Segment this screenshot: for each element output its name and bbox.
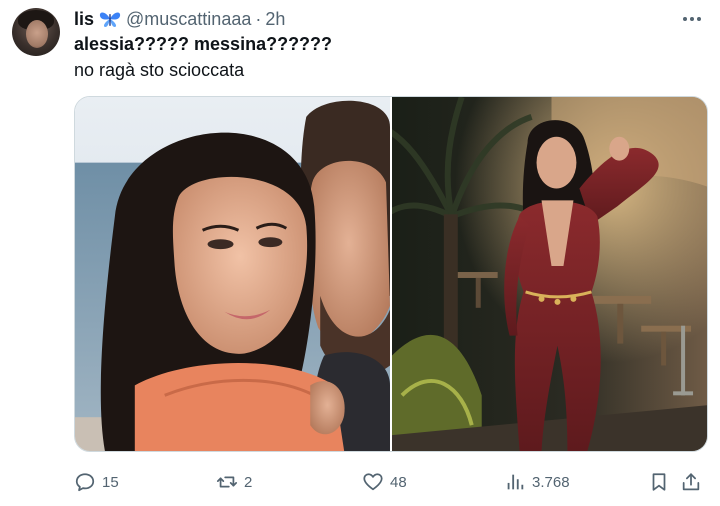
more-icon: [683, 17, 687, 21]
timestamp[interactable]: 2h: [265, 9, 285, 30]
reply-icon: [75, 473, 95, 492]
butterfly-icon: [98, 10, 122, 28]
reply-count: 15: [102, 473, 119, 491]
photo-red-outfit[interactable]: [392, 97, 707, 451]
action-bar: 15 2 48 3.768: [74, 468, 708, 496]
avatar-face: [26, 20, 48, 48]
more-button[interactable]: [678, 8, 706, 30]
share-button[interactable]: [680, 468, 702, 496]
tweet: lis @muscattinaaa · 2h alessia????? mess…: [0, 0, 720, 506]
handle[interactable]: @muscattinaaa: [126, 9, 251, 30]
avatar[interactable]: [12, 8, 60, 56]
retweet-count: 2: [244, 473, 253, 491]
tweet-text-line-1: alessia????? messina??????: [74, 34, 333, 54]
share-icon: [682, 473, 700, 491]
like-icon: [363, 473, 383, 491]
like-count: 48: [390, 473, 407, 491]
views-button[interactable]: 3.768: [504, 468, 570, 496]
reply-button[interactable]: 15: [74, 468, 119, 496]
tweet-text-line-2: no ragà sto scioccata: [74, 60, 245, 80]
views-icon: [507, 474, 524, 490]
more-icon: [690, 17, 694, 21]
like-button[interactable]: 48: [362, 468, 407, 496]
tweet-header: lis @muscattinaaa · 2h: [74, 8, 285, 30]
bookmark-button[interactable]: [648, 468, 670, 496]
photo-couple[interactable]: [75, 97, 390, 451]
more-icon: [697, 17, 701, 21]
retweet-button[interactable]: 2: [216, 468, 252, 496]
views-count: 3.768: [532, 473, 570, 491]
retweet-icon: [216, 476, 238, 488]
separator: ·: [255, 8, 262, 29]
display-name[interactable]: lis: [74, 9, 94, 30]
media-grid: [74, 96, 708, 452]
bookmark-icon: [652, 473, 666, 491]
